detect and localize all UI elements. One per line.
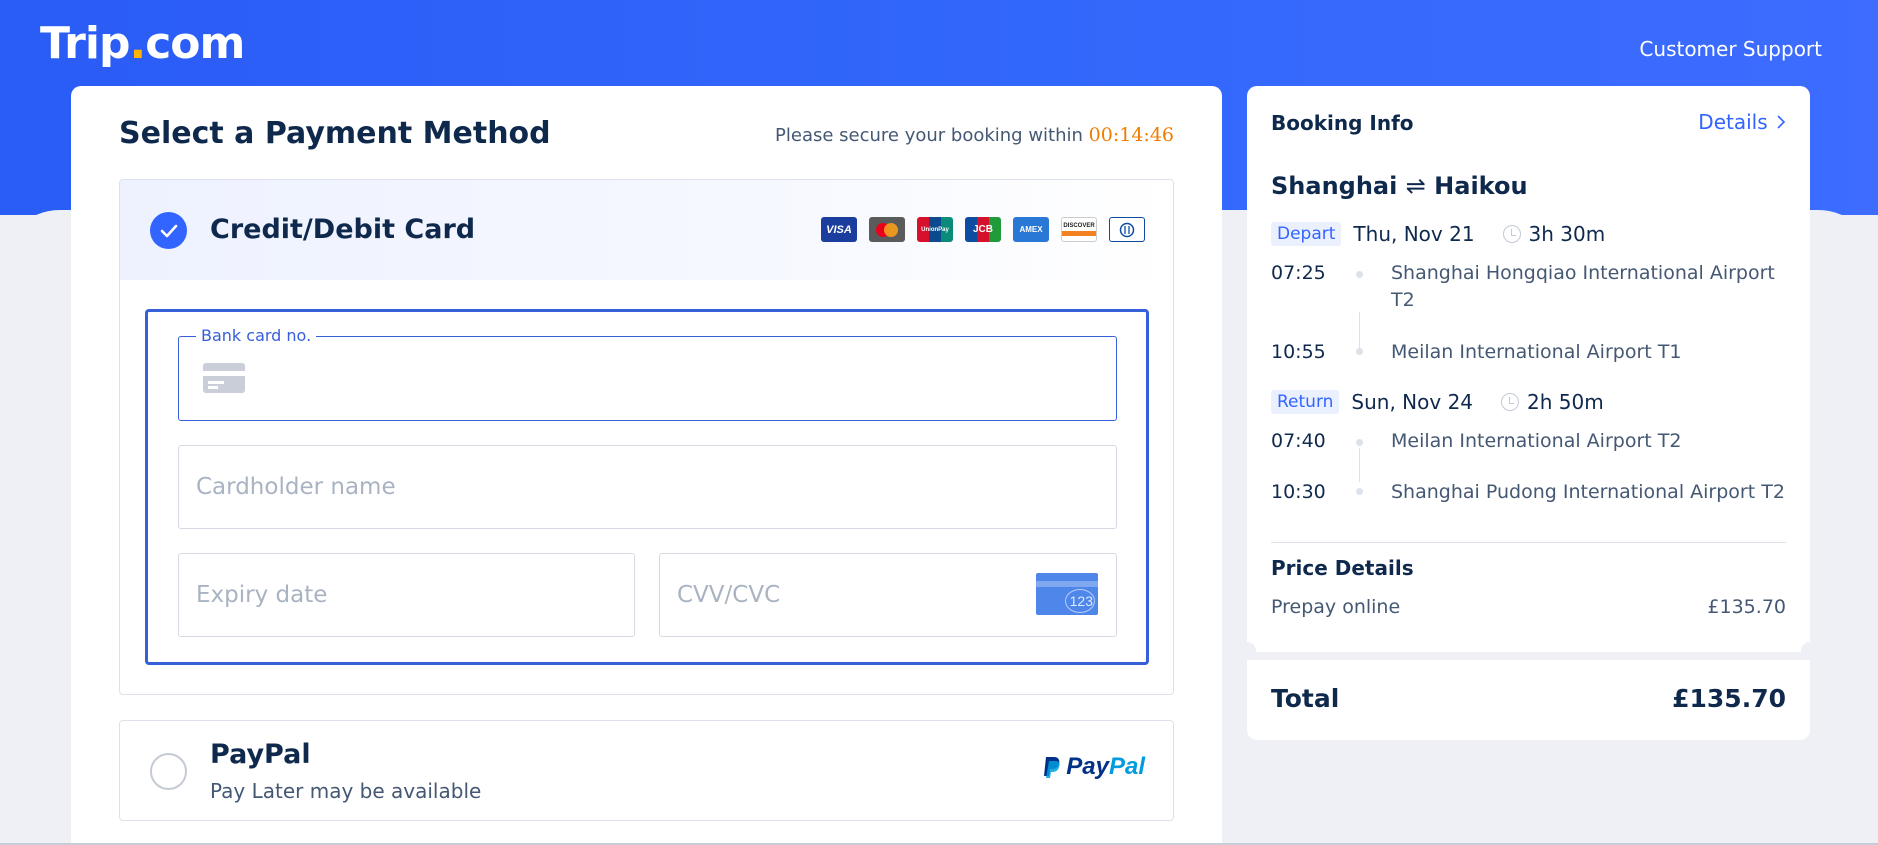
credit-card-title: Credit/Debit Card [210,214,476,245]
return-duration: 2h 50m [1527,390,1604,414]
depart-dep-airport: Shanghai Hongqiao International Airport … [1391,262,1775,311]
discover-icon: DISCOVER [1061,217,1097,242]
return-dep-airport: Meilan International Airport T2 [1391,430,1682,452]
paypal-title: PayPal [210,739,311,770]
timeline-dot [1356,348,1363,355]
timeline-dot [1356,271,1363,278]
amex-icon: AMEX [1013,217,1049,242]
cardholder-placeholder: Cardholder name [196,474,396,500]
expiry-date-field[interactable]: Expiry date [178,553,635,637]
return-arr-time: 10:30 [1271,481,1326,503]
total-card: Total £135.70 [1247,660,1810,740]
clock-icon [1501,393,1520,411]
bank-card-label: Bank card no. [196,326,317,345]
chevron-right-icon [1777,115,1786,129]
card-icon [203,363,245,397]
trip-logo[interactable]: Trip.com [40,18,245,69]
total-value: £135.70 [1672,684,1786,713]
paypal-radio[interactable] [150,753,187,790]
total-label: Total [1271,684,1340,713]
bank-card-input[interactable] [259,357,1089,401]
booking-info-card: Booking Info Details Shanghai ⇌ Haikou D… [1247,86,1810,652]
cardholder-name-field[interactable]: Cardholder name [178,445,1117,529]
card-form: Bank card no. Cardholder name Expiry dat… [145,309,1149,665]
paypal-logo-icon: Pay Pal [1042,753,1145,781]
diners-club-icon [1109,217,1145,242]
paypal-subtitle: Pay Later may be available [210,779,482,803]
paypal-option[interactable]: PayPal Pay Later may be available Pay Pal [119,720,1174,821]
return-date: Sun, Nov 24 [1351,390,1474,414]
depart-duration: 3h 30m [1528,222,1606,246]
booking-timer: Please secure your booking within 00:14:… [775,124,1174,146]
return-dep-time: 07:40 [1271,430,1326,452]
clock-icon [1502,225,1521,243]
jcb-icon: JCB [965,217,1001,242]
booking-info-panel: Booking Info Details Shanghai ⇌ Haikou D… [1238,86,1819,740]
credit-card-header[interactable]: Credit/Debit Card VISA UnionPay JCB AMEX… [120,180,1173,280]
timer-label: Please secure your booking within [775,125,1089,146]
cvv-placeholder: CVV/CVC [677,582,781,608]
depart-arr-time: 10:55 [1271,341,1326,363]
route-title: Shanghai ⇌ Haikou [1271,172,1528,200]
mastercard-icon [869,217,905,242]
prepay-value: £135.70 [1707,596,1786,618]
booking-info-title: Booking Info [1271,111,1414,135]
round-trip-icon: ⇌ [1405,172,1426,200]
card-brand-logos: VISA UnionPay JCB AMEX DISCOVER [821,217,1145,242]
ticket-notch-right [1801,642,1819,660]
timeline-dot [1356,439,1363,446]
cvv-field[interactable]: CVV/CVC 123 [659,553,1117,637]
timeline-line [1359,448,1360,482]
prepay-label: Prepay online [1271,596,1401,618]
page-title: Select a Payment Method [119,116,551,151]
selected-check-icon[interactable] [150,212,187,249]
unionpay-icon: UnionPay [917,217,953,242]
expiry-placeholder: Expiry date [196,582,328,608]
ticket-notch-left [1238,642,1256,660]
depart-arr-airport: Meilan International Airport T1 [1391,341,1682,363]
depart-dep-time: 07:25 [1271,262,1326,284]
payment-panel: Select a Payment Method Please secure yo… [71,86,1222,845]
customer-support-link[interactable]: Customer Support [1639,37,1822,61]
visa-icon: VISA [821,217,857,242]
timeline-dot [1356,488,1363,495]
return-tag: Return [1271,390,1340,414]
return-segment-header: Return Sun, Nov 24 2h 50m [1271,390,1604,414]
cvv-card-icon: 123 [1036,573,1098,615]
divider [1271,542,1786,543]
credit-card-option: Credit/Debit Card VISA UnionPay JCB AMEX… [119,179,1174,695]
depart-date: Thu, Nov 21 [1353,222,1475,246]
timeline-line [1359,312,1360,352]
bank-card-field[interactable]: Bank card no. [178,326,1117,421]
details-link[interactable]: Details [1698,110,1786,134]
timer-value: 00:14:46 [1088,124,1174,146]
depart-segment-header: Depart Thu, Nov 21 3h 30m [1271,222,1605,246]
price-details-title: Price Details [1271,556,1414,580]
depart-tag: Depart [1271,222,1342,246]
return-arr-airport: Shanghai Pudong International Airport T2 [1391,481,1785,503]
